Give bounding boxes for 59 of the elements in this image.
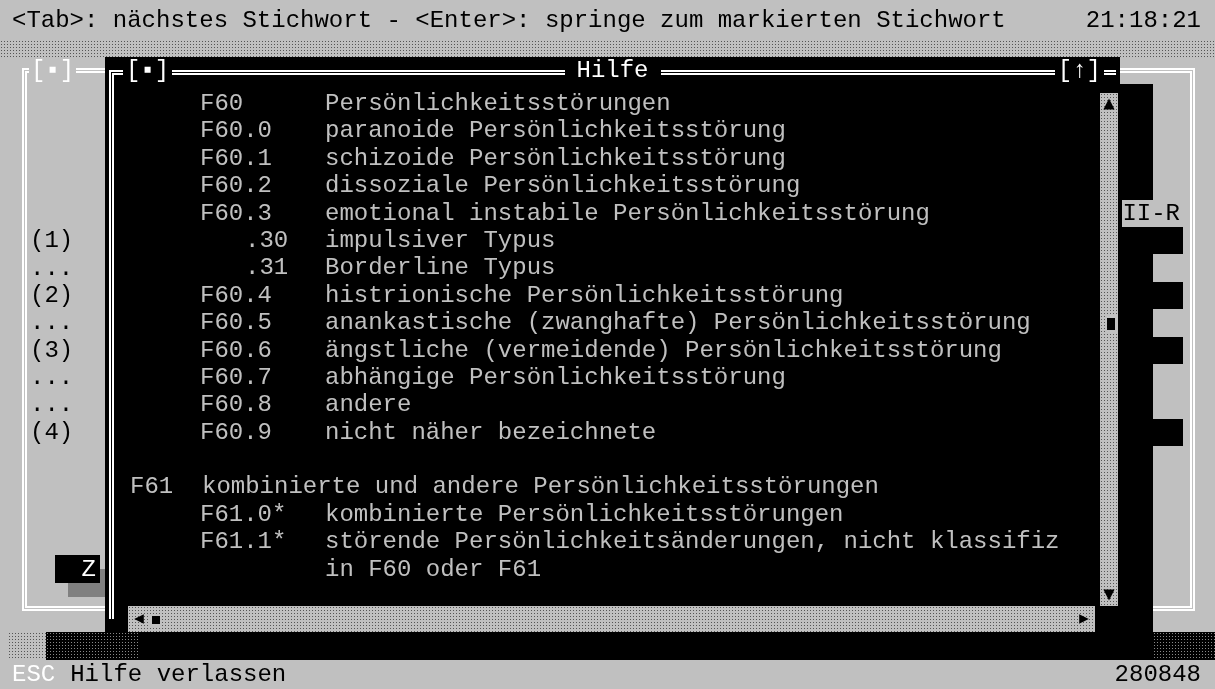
keyword-text[interactable]: kombinierte Persönlichkeitsstörungen [325, 500, 844, 529]
hint-text: <Tab>: nächstes Stichwort - <Enter>: springe zum markierten Stichwort [12, 6, 1006, 34]
zoom-box[interactable]: [↑] [1054, 57, 1104, 84]
keyword-text[interactable]: ängstliche (vermeidende) Persönlichkeitsstörung [325, 336, 1002, 364]
code-text[interactable]: F60.4 [200, 281, 272, 310]
keyword-text[interactable]: Persönlichkeitsstörungen [325, 90, 671, 118]
close-box[interactable]: [▪] [123, 57, 173, 84]
keyword-text[interactable]: kombinierte und andere Persönlichkeitsstörungen [202, 473, 879, 501]
key-label: ESC [12, 661, 56, 688]
code-text[interactable]: F61 [130, 473, 174, 501]
status-code: 280848 [1114, 661, 1201, 688]
code-text[interactable]: F60.0 [200, 117, 272, 145]
keyword-text[interactable]: anankastische (zwanghafte) Persönlichkeitsstörung [325, 309, 1031, 337]
code-text[interactable]: .30 [245, 226, 289, 255]
code-text[interactable]: F61.0* [200, 500, 287, 529]
marker-label: ... [30, 309, 74, 337]
vertical-scrollbar[interactable] [1100, 93, 1118, 606]
side-label: II-R [1122, 199, 1180, 227]
clock: 21:18:21 [1085, 6, 1201, 34]
code-text[interactable]: F60.6 [200, 336, 272, 364]
keyword-text[interactable]: schizoide Persönlichkeitsstörung [325, 144, 786, 173]
marker-label: (4) [30, 418, 74, 446]
code-text[interactable]: F60.3 [200, 199, 272, 227]
code-text[interactable]: F60.5 [200, 309, 272, 337]
code-text[interactable]: F60.9 [200, 418, 272, 447]
marker-label: (3) [30, 336, 74, 364]
code-text[interactable]: .31 [245, 254, 289, 282]
marker-label: ... [30, 364, 74, 392]
code-text[interactable]: F60.2 [200, 172, 272, 200]
scroll-thumb[interactable] [150, 614, 162, 626]
input-field[interactable] [1152, 226, 1183, 255]
keyword-text[interactable]: in F60 oder F61 [325, 555, 542, 584]
keyword-text[interactable]: Borderline Typus [325, 254, 556, 282]
marker-label: (2) [30, 281, 74, 309]
scroll-thumb[interactable] [1105, 316, 1117, 332]
marker-label: ... [30, 254, 74, 282]
input-field[interactable] [1152, 418, 1183, 447]
keyword-text[interactable]: abhängige Persönlichkeitsstörung [325, 363, 786, 392]
code-text[interactable]: F60.7 [200, 363, 272, 392]
input-field[interactable] [1152, 281, 1183, 310]
marker-label: ... [30, 391, 74, 419]
horizontal-scrollbar[interactable] [128, 606, 1095, 632]
keyword-text[interactable]: histrionische Persönlichkeitsstörung [325, 281, 844, 310]
marker-label: (1) [30, 227, 74, 255]
keyword-text[interactable]: impulsiver Typus [325, 226, 556, 255]
keyword-text[interactable]: andere [325, 391, 412, 419]
code-text[interactable]: F61.1* [200, 528, 287, 556]
input-field[interactable] [1152, 336, 1183, 364]
code-text[interactable]: F60.1 [200, 144, 272, 173]
code-text[interactable]: F60.8 [200, 391, 272, 419]
keyword-text[interactable]: paranoide Persönlichkeitsstörung [325, 117, 786, 145]
keyword-text[interactable]: störende Persönlichkeitsänderungen, nicht klassifiz [325, 528, 1060, 556]
scroll-up-icon[interactable] [1102, 96, 1116, 112]
keyword-text[interactable]: emotional instabile Persönlichkeitsstörung [325, 199, 930, 227]
code-text[interactable]: F60 [200, 90, 244, 118]
keyword-text[interactable]: nicht näher bezeichnete [325, 418, 657, 447]
keyword-text[interactable]: dissoziale Persönlichkeitsstörung [325, 172, 801, 200]
status-text: Hilfe verlassen [70, 661, 288, 688]
scroll-down-icon[interactable] [1102, 587, 1116, 603]
